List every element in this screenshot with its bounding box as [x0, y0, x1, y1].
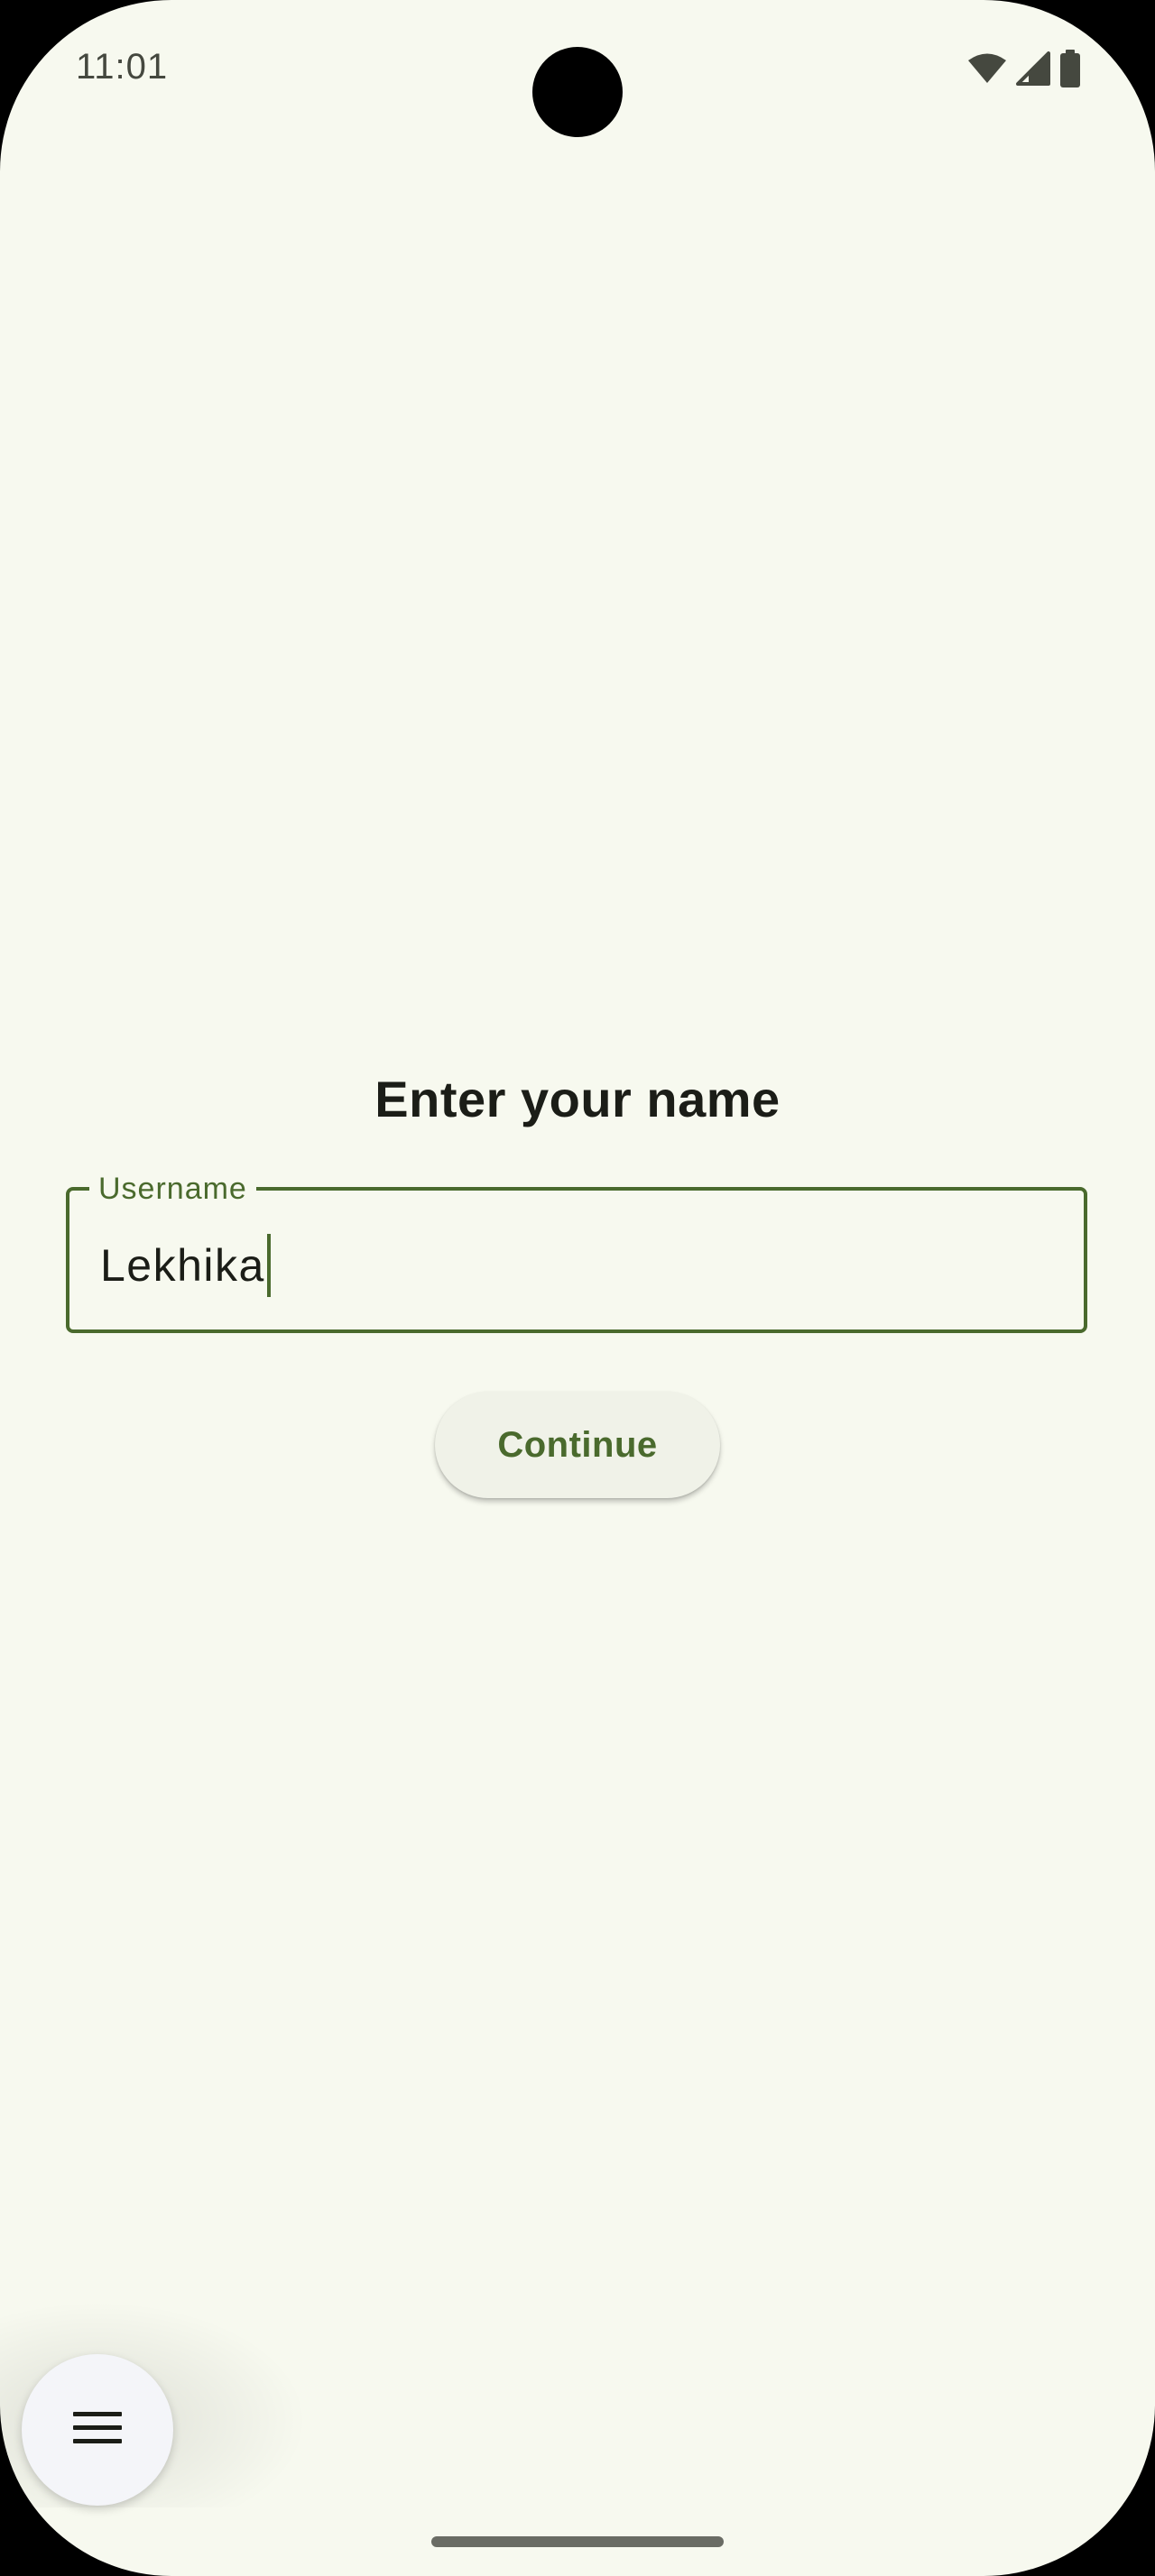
menu-icon — [71, 2410, 124, 2451]
continue-button[interactable]: Continue — [435, 1392, 720, 1498]
home-indicator[interactable] — [431, 2536, 724, 2547]
wifi-icon — [967, 52, 1007, 85]
device-frame: 11:01 Enter your name Username Lekhika C… — [0, 0, 1155, 2576]
battery-icon — [1059, 50, 1081, 87]
username-field[interactable]: Username Lekhika — [66, 1169, 1087, 1333]
status-icons — [967, 49, 1081, 88]
app-screen: 11:01 Enter your name Username Lekhika C… — [0, 0, 1155, 2576]
status-time: 11:01 — [76, 47, 169, 87]
username-input-value: Lekhika — [100, 1240, 265, 1291]
front-camera — [532, 47, 623, 137]
username-field-label: Username — [89, 1169, 256, 1209]
username-input[interactable]: Lekhika — [100, 1234, 271, 1297]
page-title: Enter your name — [374, 1071, 781, 1127]
cellular-signal-icon — [1016, 51, 1050, 86]
menu-button[interactable] — [22, 2354, 173, 2506]
text-cursor — [266, 1234, 271, 1297]
